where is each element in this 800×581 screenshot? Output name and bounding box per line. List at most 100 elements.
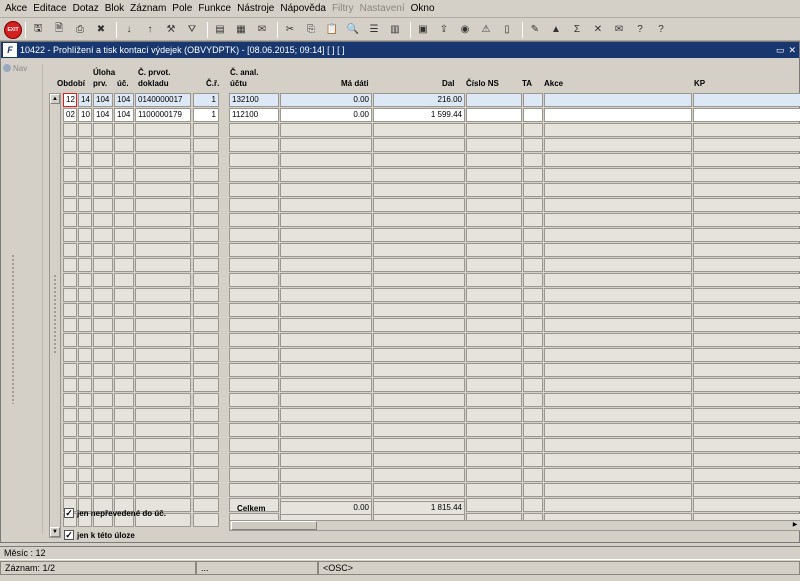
cell-doklad[interactable] xyxy=(135,198,191,212)
cell-kp[interactable] xyxy=(693,108,800,122)
cell-akce[interactable] xyxy=(544,243,692,257)
cell-ns[interactable] xyxy=(466,288,522,302)
cell-dal[interactable] xyxy=(373,363,465,377)
cell-ta[interactable] xyxy=(523,288,543,302)
cell-a[interactable] xyxy=(78,348,92,362)
menu-item[interactable]: Okno xyxy=(408,0,438,18)
paste-icon[interactable]: 📋 xyxy=(323,21,341,39)
cell-c[interactable] xyxy=(114,198,134,212)
cell-cr[interactable] xyxy=(193,288,219,302)
cell-akce[interactable] xyxy=(544,108,692,122)
cell-doklad[interactable] xyxy=(135,288,191,302)
cell-obdobi[interactable] xyxy=(63,273,77,287)
tools-icon[interactable]: ⚒ xyxy=(162,21,180,39)
cell-dal[interactable] xyxy=(373,303,465,317)
cell-akce[interactable] xyxy=(544,483,692,497)
cell-ta[interactable] xyxy=(523,273,543,287)
menu-item[interactable]: Filtry xyxy=(329,0,357,18)
nav-panel[interactable]: Nav xyxy=(3,64,43,534)
cell-obdobi[interactable]: 02 xyxy=(63,108,77,122)
cell-doklad[interactable] xyxy=(135,303,191,317)
cell-doklad[interactable] xyxy=(135,243,191,257)
save-icon[interactable]: 🖫 xyxy=(29,21,47,39)
cell-cr[interactable] xyxy=(193,408,219,422)
cell-kp[interactable] xyxy=(693,498,800,512)
cell-dal[interactable] xyxy=(373,468,465,482)
list-icon[interactable]: ☰ xyxy=(365,21,383,39)
menu-item[interactable]: Nastavení xyxy=(357,0,408,18)
cell-madati[interactable] xyxy=(280,408,372,422)
cell-ucet[interactable] xyxy=(229,213,279,227)
cell-ta[interactable] xyxy=(523,393,543,407)
cell-obdobi[interactable] xyxy=(63,423,77,437)
cell-doklad[interactable] xyxy=(135,168,191,182)
cell-c[interactable] xyxy=(114,123,134,137)
cell-doklad[interactable] xyxy=(135,138,191,152)
cell-ta[interactable] xyxy=(523,183,543,197)
cell-ta[interactable] xyxy=(523,453,543,467)
cell-b[interactable] xyxy=(93,363,113,377)
cell-ta[interactable] xyxy=(523,333,543,347)
email-icon[interactable]: ✉ xyxy=(253,21,271,39)
cell-obdobi[interactable] xyxy=(63,123,77,137)
cell-akce[interactable] xyxy=(544,408,692,422)
cell-b[interactable] xyxy=(93,198,113,212)
cell-kp[interactable] xyxy=(693,468,800,482)
cell-akce[interactable] xyxy=(544,93,692,107)
cell-a[interactable] xyxy=(78,213,92,227)
cell-ucet[interactable] xyxy=(229,228,279,242)
cell-b[interactable] xyxy=(93,453,113,467)
cell-b[interactable] xyxy=(93,348,113,362)
cell-doklad[interactable] xyxy=(135,273,191,287)
cell-akce[interactable] xyxy=(544,153,692,167)
cell-obdobi[interactable] xyxy=(63,198,77,212)
cell-c[interactable] xyxy=(114,468,134,482)
cell-madati[interactable] xyxy=(280,183,372,197)
horizontal-scrollbar[interactable]: ▶ xyxy=(229,520,800,531)
context-help-icon[interactable]: ? xyxy=(652,21,670,39)
cell-ta[interactable] xyxy=(523,423,543,437)
cell-ucet[interactable] xyxy=(229,393,279,407)
cell-ta[interactable] xyxy=(523,498,543,512)
cell-kp[interactable] xyxy=(693,153,800,167)
cell-cr[interactable] xyxy=(193,438,219,452)
cell-ns[interactable] xyxy=(466,213,522,227)
cell-obdobi[interactable] xyxy=(63,348,77,362)
cell-c[interactable] xyxy=(114,423,134,437)
cell-obdobi[interactable] xyxy=(63,168,77,182)
cell-cr[interactable] xyxy=(193,243,219,257)
cell-cr[interactable] xyxy=(193,183,219,197)
cell-madati[interactable] xyxy=(280,123,372,137)
cell-ucet[interactable] xyxy=(229,183,279,197)
cell-c[interactable] xyxy=(114,273,134,287)
cell-akce[interactable] xyxy=(544,258,692,272)
cell-madati[interactable] xyxy=(280,303,372,317)
cell-doklad[interactable] xyxy=(135,468,191,482)
cell-b[interactable] xyxy=(93,273,113,287)
cell-doklad[interactable] xyxy=(135,453,191,467)
cell-ucet[interactable]: 132100 xyxy=(229,93,279,107)
cell-cr[interactable] xyxy=(193,393,219,407)
cell-ta[interactable] xyxy=(523,123,543,137)
cell-madati[interactable] xyxy=(280,258,372,272)
restore-window-icon[interactable]: ▭ xyxy=(776,45,785,56)
cell-ns[interactable] xyxy=(466,258,522,272)
cell-doklad[interactable] xyxy=(135,483,191,497)
cell-akce[interactable] xyxy=(544,438,692,452)
cell-akce[interactable] xyxy=(544,423,692,437)
cell-ns[interactable] xyxy=(466,273,522,287)
cell-a[interactable] xyxy=(78,363,92,377)
cut-icon[interactable]: ✂ xyxy=(281,21,299,39)
cell-doklad[interactable] xyxy=(135,378,191,392)
cell-madati[interactable] xyxy=(280,393,372,407)
cell-kp[interactable] xyxy=(693,483,800,497)
checkbox-box[interactable]: ✓ xyxy=(64,530,74,540)
cell-ns[interactable] xyxy=(466,453,522,467)
cell-madati[interactable] xyxy=(280,228,372,242)
cell-doklad[interactable] xyxy=(135,408,191,422)
cell-madati[interactable] xyxy=(280,243,372,257)
cell-b[interactable] xyxy=(93,423,113,437)
cell-akce[interactable] xyxy=(544,498,692,512)
cell-dal[interactable] xyxy=(373,258,465,272)
cell-doklad[interactable]: 1100000179 xyxy=(135,108,191,122)
